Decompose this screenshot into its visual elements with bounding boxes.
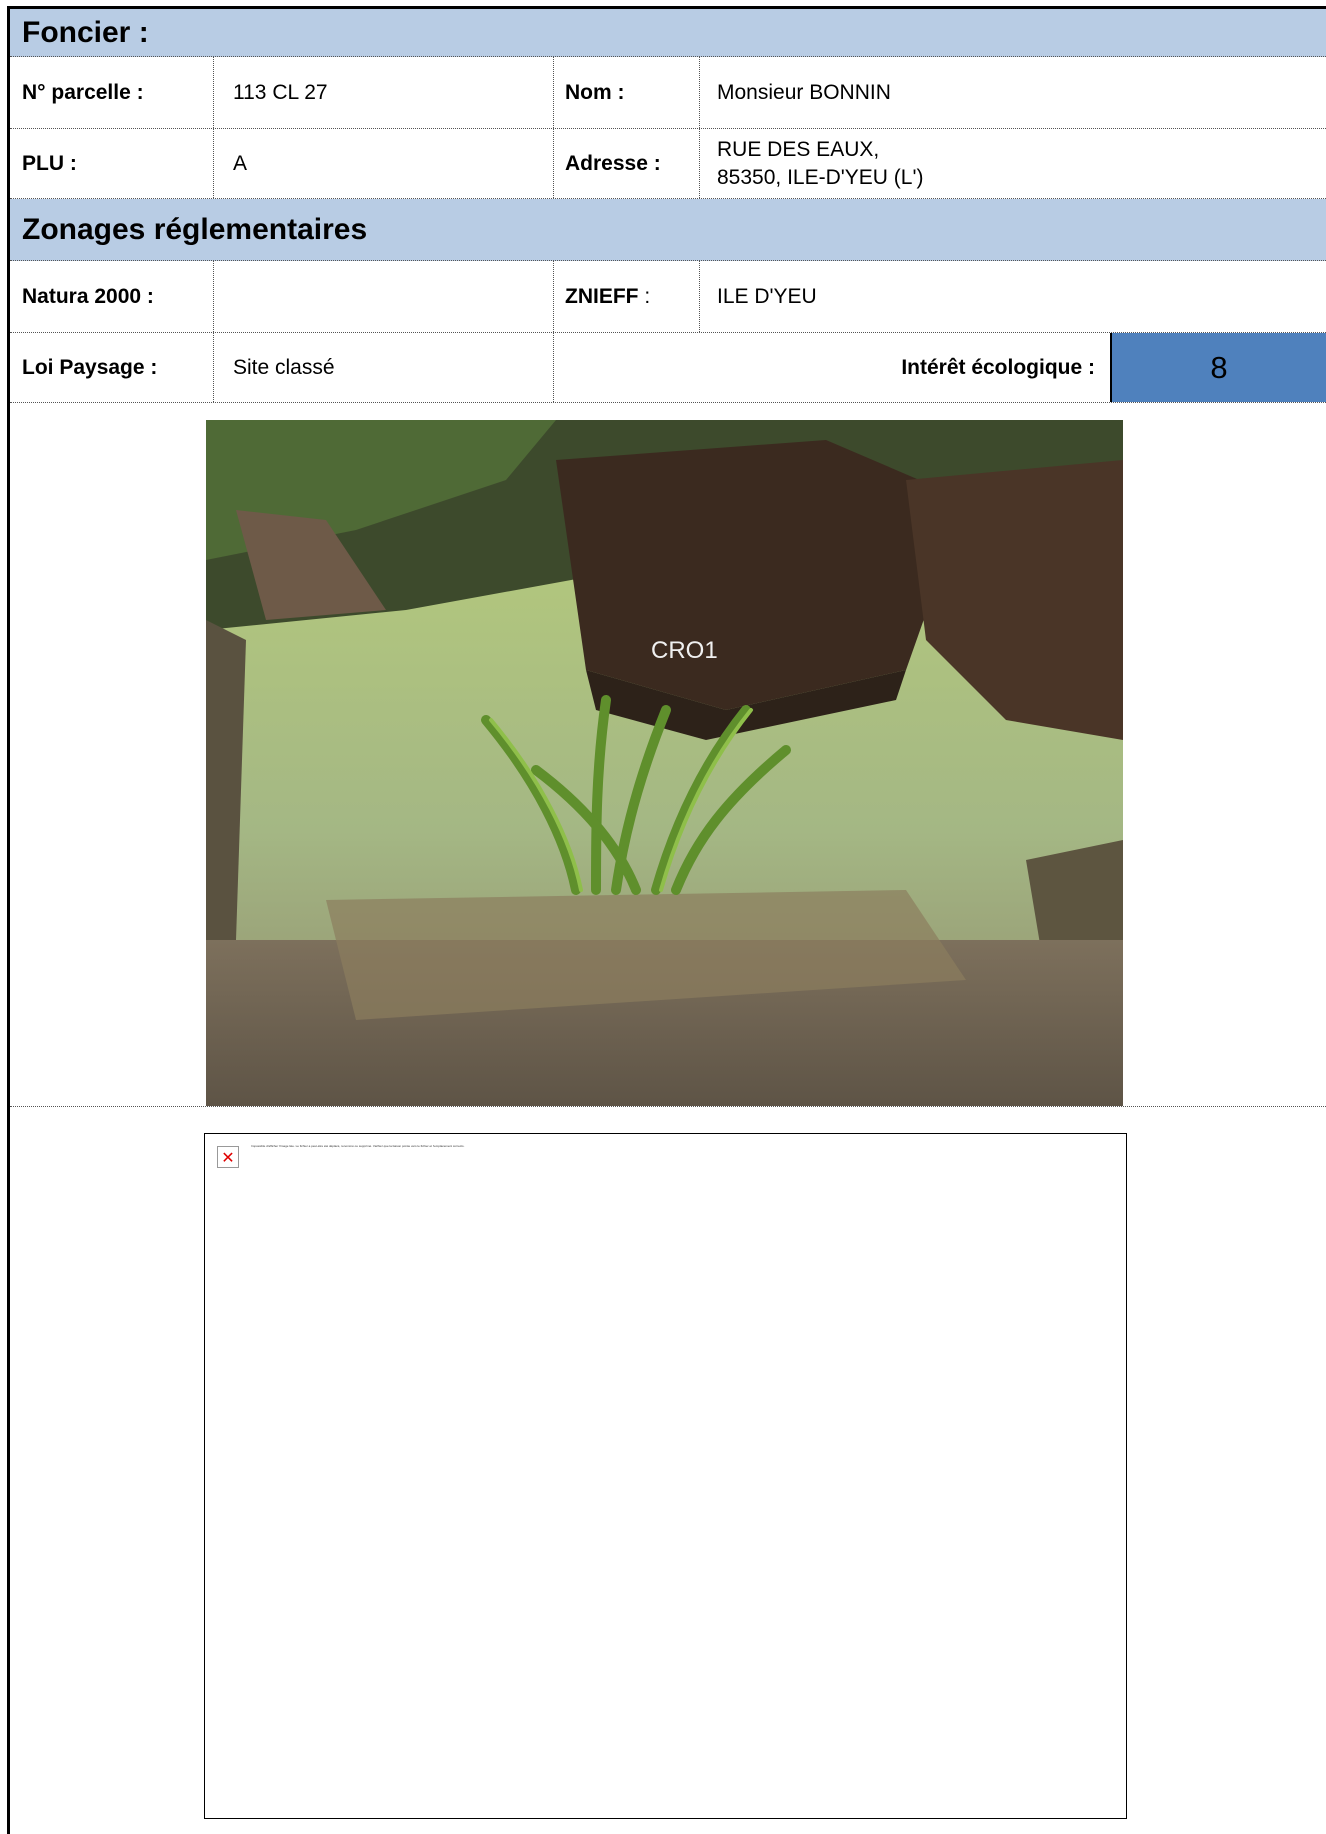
zonages-section-header: Zonages réglementaires xyxy=(10,199,1326,261)
loi-paysage-label: Loi Paysage : xyxy=(22,355,158,379)
broken-image-icon: ✕ xyxy=(217,1146,239,1168)
foncier-title: Foncier : xyxy=(22,15,149,49)
broken-image-message: Impossible d'afficher l'image liée. Le f… xyxy=(251,1144,465,1148)
parcelle-value: 113 CL 27 xyxy=(233,80,328,104)
adresse-line-1: RUE DES EAUX, xyxy=(717,137,880,161)
photo-caption: CRO1 xyxy=(651,637,718,664)
znieff-label: ZNIEFF : xyxy=(565,261,699,332)
adresse-label: Adresse : xyxy=(565,151,661,175)
interet-ecologique-label: Intérêt écologique : xyxy=(901,355,1095,379)
photo-row: CRO1 xyxy=(10,403,1326,1107)
znieff-colon: : xyxy=(638,284,651,308)
natura-value xyxy=(233,261,553,332)
natura-row: Natura 2000 : ZNIEFF : ILE D'YEU xyxy=(10,261,1326,333)
interet-ecologique-score: 8 xyxy=(1110,333,1326,402)
nom-label: Nom : xyxy=(565,80,625,104)
loi-paysage-value: Site classé xyxy=(233,355,335,379)
znieff-value: ILE D'YEU xyxy=(717,284,817,308)
adresse-value: RUE DES EAUX, 85350, ILE-D'YEU (L') xyxy=(717,129,1317,198)
nom-value: Monsieur BONNIN xyxy=(717,80,891,104)
broken-image-placeholder: ✕ Impossible d'afficher l'image liée. Le… xyxy=(204,1133,1127,1819)
parcelle-row: N° parcelle : 113 CL 27 Nom : Monsieur B… xyxy=(10,57,1326,129)
znieff-label-text: ZNIEFF xyxy=(565,284,639,308)
plu-label: PLU : xyxy=(22,151,77,175)
site-photo: CRO1 xyxy=(206,420,1123,1106)
natura-label: Natura 2000 : xyxy=(22,284,154,308)
parcelle-label: N° parcelle : xyxy=(22,80,144,104)
plu-value: A xyxy=(233,151,248,175)
loi-row: Loi Paysage : Site classé Intérêt écolog… xyxy=(10,333,1326,403)
adresse-line-2: 85350, ILE-D'YEU (L') xyxy=(717,165,924,189)
foncier-section-header: Foncier : xyxy=(10,9,1326,57)
site-photo-image xyxy=(206,420,1123,1106)
plu-row: PLU : A Adresse : RUE DES EAUX, 85350, I… xyxy=(10,129,1326,199)
zonages-title: Zonages réglementaires xyxy=(22,212,368,246)
